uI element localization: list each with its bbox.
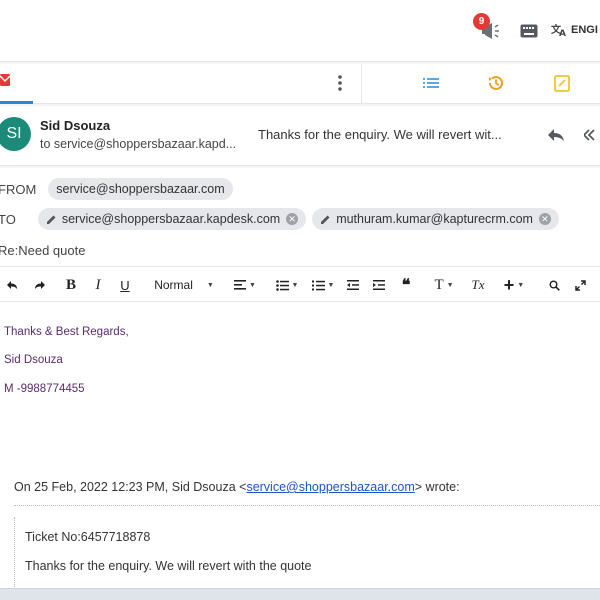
chevron-down-icon: ▼ bbox=[291, 281, 299, 289]
quoted-line: Thanks for the enquiry. We will revert w… bbox=[25, 559, 312, 573]
format-select[interactable]: Normal ▼ bbox=[150, 267, 218, 303]
remove-chip-icon[interactable]: ✕ bbox=[538, 213, 551, 225]
recipient-line: to service@shoppersbazaar.kapd... bbox=[40, 137, 237, 151]
fullscreen-icon[interactable] bbox=[573, 267, 587, 303]
mail-snippet: Thanks for the enquiry. We will revert w… bbox=[258, 127, 502, 142]
notifications-button[interactable]: 9 bbox=[473, 13, 503, 43]
from-row: FROM service@shoppersbazaar.com bbox=[0, 178, 239, 200]
to-label: TO bbox=[0, 211, 16, 227]
to-address: service@shoppersbazaar.kapdesk.com bbox=[61, 212, 281, 226]
bold-button[interactable]: B bbox=[64, 267, 78, 303]
mail-header: SI Sid Dsouza to service@shoppersbazaar.… bbox=[0, 106, 600, 166]
indent-icon[interactable] bbox=[372, 267, 386, 303]
align-dropdown[interactable]: ▼ bbox=[233, 267, 257, 303]
chevron-down-icon: ▼ bbox=[446, 281, 454, 289]
svg-text:A: A bbox=[559, 29, 566, 37]
active-tab-indicator bbox=[0, 101, 33, 104]
clear-format-button[interactable]: Tx bbox=[469, 267, 487, 303]
edit-icon[interactable] bbox=[46, 214, 57, 225]
italic-button[interactable]: I bbox=[92, 267, 104, 303]
sender-name: Sid Dsouza bbox=[40, 118, 111, 133]
tab-strip bbox=[0, 64, 600, 104]
format-value: Normal bbox=[154, 278, 193, 292]
list-icon[interactable] bbox=[421, 73, 441, 93]
compose-pane: FROM service@shoppersbazaar.com TO servi… bbox=[0, 168, 600, 600]
align-left-icon bbox=[234, 280, 247, 290]
chevron-down-icon: ▼ bbox=[327, 281, 335, 289]
numbered-list-icon bbox=[311, 280, 325, 290]
history-icon[interactable] bbox=[486, 73, 506, 93]
redo-icon[interactable] bbox=[33, 267, 47, 303]
language-selector[interactable]: 文 A ENGI bbox=[551, 23, 598, 37]
divider bbox=[361, 64, 362, 104]
insert-dropdown[interactable]: + ▼ bbox=[502, 267, 526, 303]
quote-email-link[interactable]: service@shoppersbazaar.com bbox=[246, 480, 414, 494]
from-label: FROM bbox=[0, 181, 37, 197]
signature-line: Sid Dsouza bbox=[4, 354, 63, 366]
chevron-down-icon: ▼ bbox=[206, 281, 214, 289]
underline-button[interactable]: U bbox=[118, 267, 132, 303]
mail-icon[interactable] bbox=[0, 73, 10, 87]
top-bar: 9 文 A ENGI bbox=[0, 0, 600, 62]
from-chip[interactable]: service@shoppersbazaar.com bbox=[48, 178, 233, 200]
bullet-list-icon bbox=[275, 279, 289, 291]
quote-divider bbox=[14, 505, 600, 506]
blockquote-button[interactable]: ❝ bbox=[398, 267, 414, 303]
from-address: service@shoppersbazaar.com bbox=[56, 182, 225, 196]
remove-chip-icon[interactable]: ✕ bbox=[286, 213, 299, 225]
quoted-line: Ticket No:6457718878 bbox=[25, 530, 151, 544]
reply-all-icon[interactable] bbox=[584, 128, 600, 142]
bottom-bar bbox=[0, 588, 600, 600]
bullet-list-dropdown[interactable]: ▼ bbox=[275, 267, 299, 303]
more-options-icon[interactable] bbox=[335, 74, 345, 92]
text-size-label: T bbox=[434, 276, 444, 293]
to-address: muthuram.kumar@kapturecrm.com bbox=[336, 212, 533, 226]
search-icon[interactable] bbox=[547, 267, 561, 303]
quote-suffix: > wrote: bbox=[414, 480, 460, 494]
to-row: TO service@shoppersbazaar.kapdesk.com ✕ … bbox=[0, 208, 565, 230]
translate-icon: 文 A bbox=[551, 23, 566, 37]
avatar: SI bbox=[0, 117, 31, 151]
numbered-list-dropdown[interactable]: ▼ bbox=[311, 267, 335, 303]
editor-toolbar: B I U Normal ▼ ▼ ▼ ▼ ❝ T ▼ Tx + ▼ bbox=[0, 266, 600, 302]
insert-label: + bbox=[503, 274, 515, 295]
language-label: ENGI bbox=[571, 24, 598, 36]
signature-line: Thanks & Best Regards, bbox=[4, 326, 129, 338]
chevron-down-icon: ▼ bbox=[249, 281, 256, 289]
outdent-icon[interactable] bbox=[346, 267, 360, 303]
text-size-dropdown[interactable]: T ▼ bbox=[432, 267, 456, 303]
to-chip[interactable]: muthuram.kumar@kapturecrm.com ✕ bbox=[312, 208, 559, 230]
quote-prefix: On 25 Feb, 2022 12:23 PM, Sid Dsouza < bbox=[14, 480, 247, 494]
edit-icon[interactable] bbox=[320, 214, 331, 225]
quoted-message: Ticket No:6457718878 Thanks for the enqu… bbox=[14, 517, 600, 597]
reply-icon[interactable] bbox=[547, 128, 565, 142]
quote-header: On 25 Feb, 2022 12:23 PM, Sid Dsouza <se… bbox=[14, 480, 460, 494]
signature-line: M -9988774455 bbox=[4, 383, 85, 395]
undo-icon[interactable] bbox=[5, 267, 19, 303]
notification-badge: 9 bbox=[473, 13, 490, 30]
keyboard-icon[interactable] bbox=[520, 24, 538, 38]
to-chip[interactable]: service@shoppersbazaar.kapdesk.com ✕ bbox=[37, 208, 307, 230]
subject-field[interactable]: Re:Need quote bbox=[0, 243, 85, 258]
chevron-down-icon: ▼ bbox=[517, 281, 525, 289]
notes-icon[interactable] bbox=[552, 73, 572, 93]
